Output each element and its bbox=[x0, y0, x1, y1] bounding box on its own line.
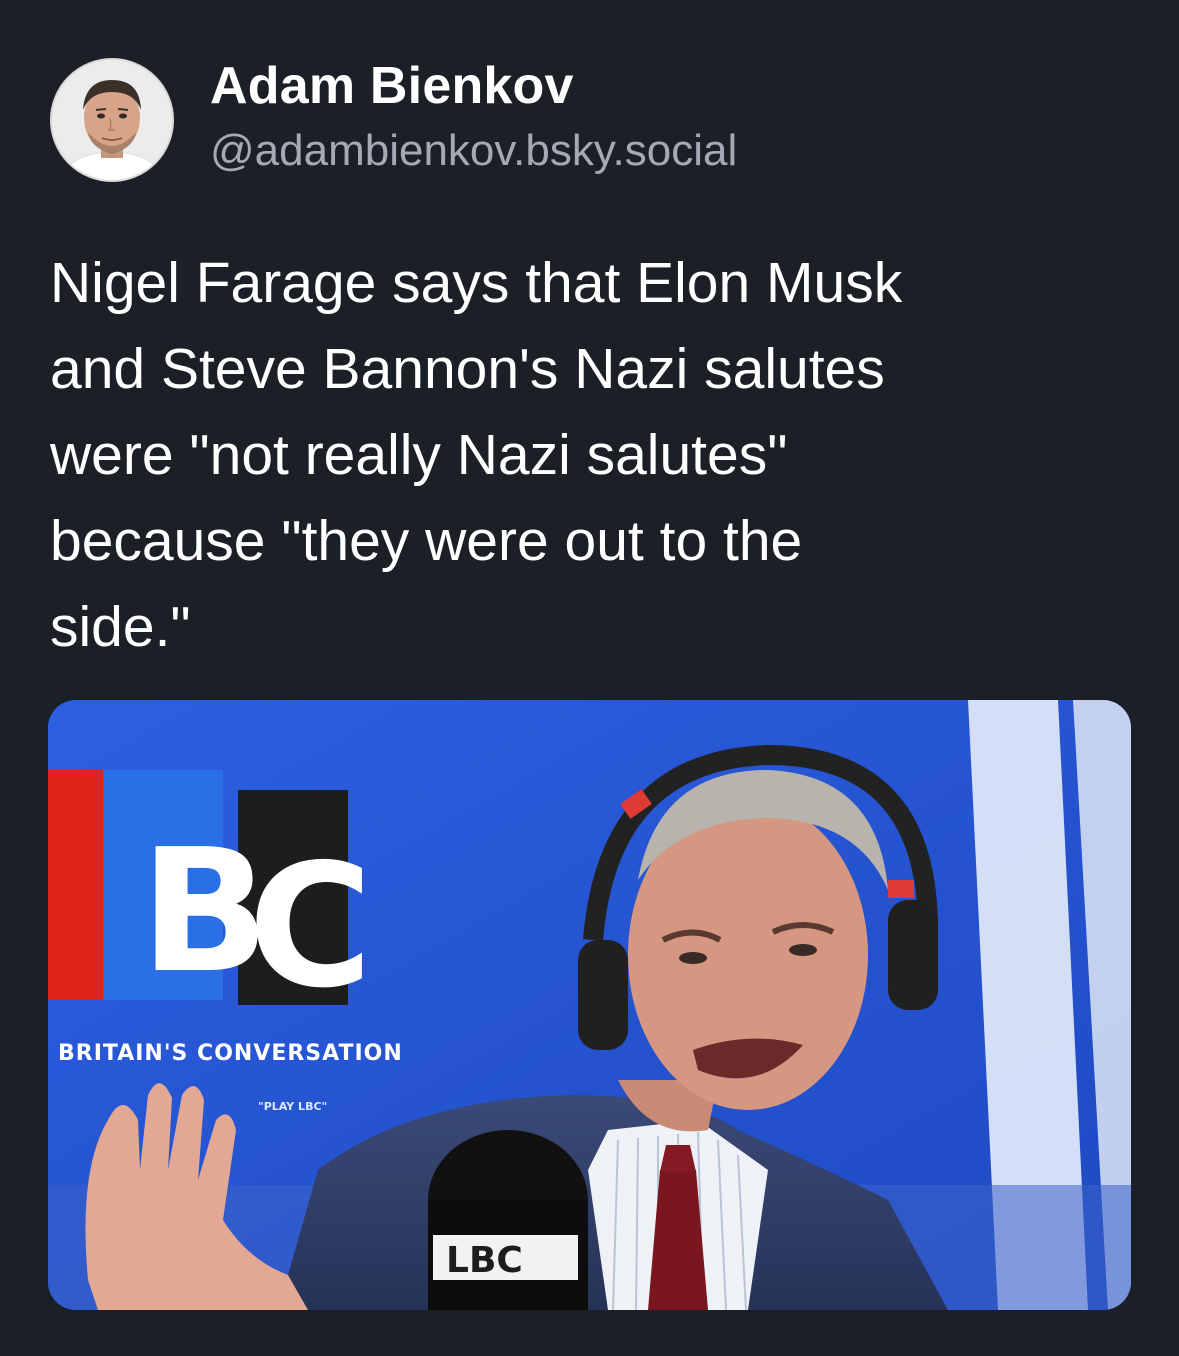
author-row[interactable]: Adam Bienkov @adambienkov.bsky.social bbox=[50, 56, 737, 182]
post-card: Adam Bienkov @adambienkov.bsky.social Ni… bbox=[0, 0, 1179, 1356]
post-text: Nigel Farage says that Elon Musk and Ste… bbox=[50, 251, 903, 659]
author-display-name[interactable]: Adam Bienkov bbox=[210, 56, 737, 116]
post-image[interactable]: B C BRITAIN'S CONVERSATION "PLAY LBC" LB… bbox=[48, 700, 1131, 1310]
author-meta: Adam Bienkov @adambienkov.bsky.social bbox=[210, 56, 737, 178]
author-avatar[interactable] bbox=[50, 58, 174, 182]
studio-photo: B C BRITAIN'S CONVERSATION "PLAY LBC" LB… bbox=[48, 700, 1131, 1310]
author-handle[interactable]: @adambienkov.bsky.social bbox=[210, 124, 737, 178]
lbc-tagline: BRITAIN'S CONVERSATION bbox=[58, 1041, 403, 1066]
play-lbc-text: "PLAY LBC" bbox=[258, 1100, 327, 1113]
avatar-photo-icon bbox=[52, 60, 172, 180]
mic-logo-text: LBC bbox=[446, 1240, 523, 1281]
logo-letter-c: C bbox=[248, 828, 373, 1026]
